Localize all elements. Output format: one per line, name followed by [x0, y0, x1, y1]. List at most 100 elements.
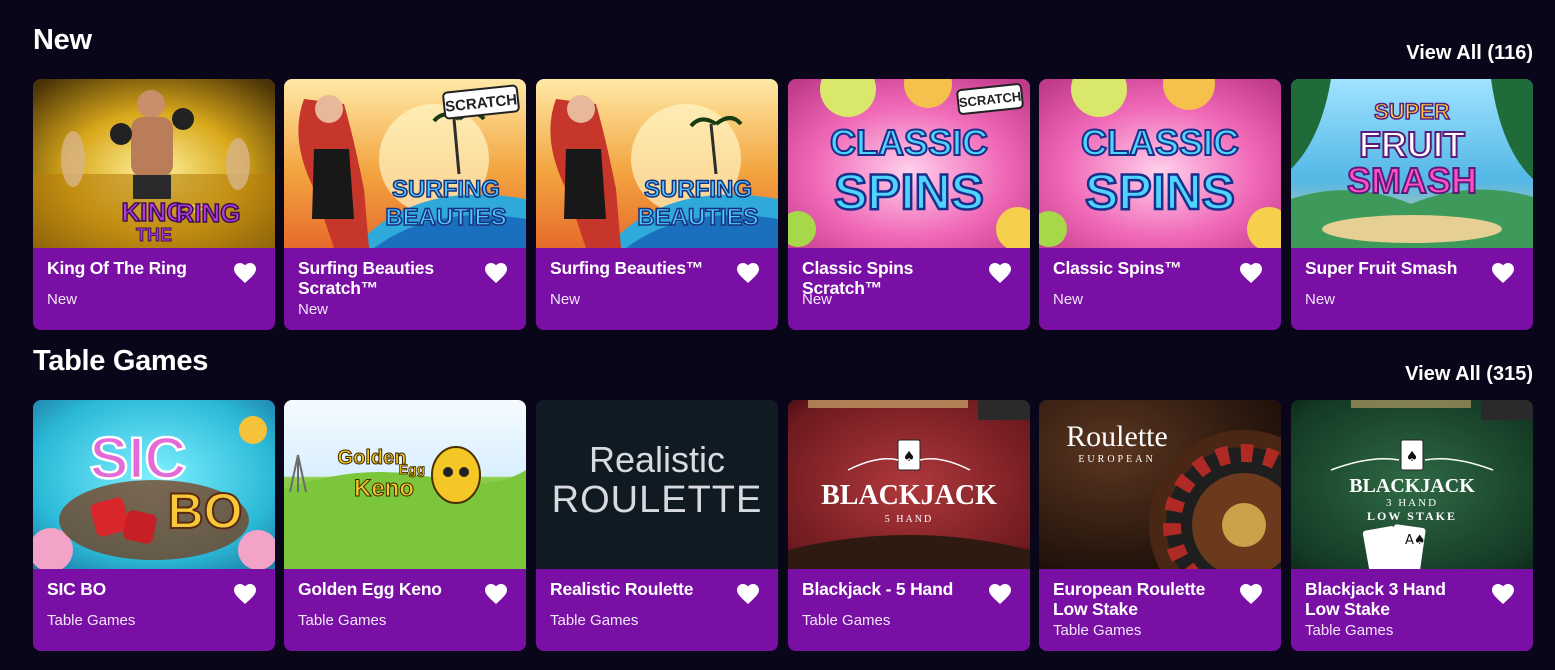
heart-icon[interactable] — [736, 262, 760, 284]
thumb-text: CLASSIC — [830, 122, 988, 163]
thumb-text: Golden — [338, 447, 407, 469]
game-info: Blackjack 3 Hand Low Stake Table Games — [1291, 569, 1533, 651]
game-title: European Roulette Low Stake — [1053, 579, 1206, 619]
thumb-text: Keno — [354, 475, 414, 502]
section-title: New — [33, 24, 92, 56]
heart-icon[interactable] — [1239, 262, 1263, 284]
game-info: Classic Spins Scratch™ New — [788, 248, 1030, 330]
game-info: Classic Spins™ New — [1039, 248, 1281, 330]
game-card[interactable]: Golden Egg Keno Golden Egg Keno Table Ga… — [284, 400, 526, 651]
game-card[interactable]: SCRATCH SURFING BEAUTIES Surfing Beautie… — [284, 79, 526, 330]
view-all-link[interactable]: View All (315) — [1405, 363, 1533, 386]
heart-icon[interactable] — [988, 262, 1012, 284]
section-title: Table Games — [33, 345, 209, 377]
thumb-text: FRUIT — [1359, 124, 1465, 165]
game-title: SIC BO — [47, 579, 107, 599]
game-info: King Of The Ring New — [33, 248, 275, 330]
thumb-text: SMASH — [1347, 160, 1477, 201]
game-card[interactable]: CLASSIC SPINS Classic Spins™ New — [1039, 79, 1281, 330]
heart-icon[interactable] — [233, 262, 257, 284]
thumb-text: EUROPEAN — [1078, 454, 1155, 465]
game-card[interactable]: Realistic ROULETTE Realistic Roulette Ta… — [536, 400, 778, 651]
thumb-text: SPINS — [834, 164, 984, 220]
game-card[interactable]: SIC BO SIC BO Table Games — [33, 400, 275, 651]
game-category: New — [47, 291, 78, 308]
game-thumbnail: ♠ BLACKJACK 5 HAND — [788, 400, 1030, 569]
game-thumbnail: KING OF RING THE — [33, 79, 275, 248]
game-card[interactable]: ♠ BLACKJACK 3 HAND LOW STAKE A♠ Blackjac… — [1291, 400, 1533, 651]
game-category: New — [550, 291, 581, 308]
game-title: King Of The Ring — [47, 258, 187, 278]
thumb-text: SURFING — [644, 176, 752, 203]
heart-icon[interactable] — [1491, 262, 1515, 284]
thumb-text: SURFING — [392, 176, 500, 203]
heart-icon[interactable] — [988, 583, 1012, 605]
svg-text:A♠: A♠ — [1405, 533, 1426, 548]
game-info: Blackjack - 5 Hand Table Games — [788, 569, 1030, 651]
svg-text:♠: ♠ — [903, 449, 916, 465]
thumb-text: THE — [136, 225, 172, 245]
game-title: Classic Spins™ — [1053, 258, 1182, 278]
game-title: Blackjack - 5 Hand — [802, 579, 954, 599]
game-category: New — [1053, 291, 1084, 308]
game-info: Golden Egg Keno Table Games — [284, 569, 526, 651]
game-card[interactable]: Roulette EUROPEAN European Roulette Low … — [1039, 400, 1281, 651]
game-category: Table Games — [47, 612, 136, 629]
game-thumbnail: SIC BO — [33, 400, 275, 569]
game-info: Super Fruit Smash New — [1291, 248, 1533, 330]
game-info: SIC BO Table Games — [33, 569, 275, 651]
game-title: Surfing Beauties™ — [550, 258, 704, 278]
thumb-text: SPINS — [1085, 164, 1235, 220]
game-info: Surfing Beauties Scratch™ New — [284, 248, 526, 330]
heart-icon[interactable] — [484, 583, 508, 605]
thumb-text: BEAUTIES — [385, 204, 506, 231]
thumb-text: Roulette — [1066, 420, 1168, 453]
game-thumbnail: SCRATCH SURFING BEAUTIES — [284, 79, 526, 248]
game-category: Table Games — [802, 612, 891, 629]
game-info: Surfing Beauties™ New — [536, 248, 778, 330]
thumb-text: CLASSIC — [1081, 122, 1239, 163]
game-card[interactable]: SCRATCH CLASSIC SPINS Classic Spins Scra… — [788, 79, 1030, 330]
thumb-text: SIC — [90, 426, 187, 491]
thumb-text: RING — [176, 198, 241, 228]
section-table-games: Table Games View All (315) SIC BO SIC BO… — [33, 345, 1533, 651]
game-title: Super Fruit Smash — [1305, 258, 1458, 278]
game-category: Table Games — [1305, 622, 1394, 639]
thumb-text: BLACKJACK — [821, 480, 997, 511]
heart-icon[interactable] — [233, 583, 257, 605]
game-row: SIC BO SIC BO Table Games Golden Egg Ken… — [33, 400, 1533, 651]
heart-icon[interactable] — [1239, 583, 1263, 605]
game-title: Realistic Roulette — [550, 579, 694, 599]
game-card[interactable]: ♠ BLACKJACK 5 HAND Blackjack - 5 Hand Ta… — [788, 400, 1030, 651]
view-all-link[interactable]: View All (116) — [1406, 42, 1533, 65]
game-thumbnail: SCRATCH CLASSIC SPINS — [788, 79, 1030, 248]
thumb-text: LOW STAKE — [1367, 509, 1457, 523]
game-thumbnail: Golden Egg Keno — [284, 400, 526, 569]
thumb-text: 3 HAND — [1386, 497, 1438, 509]
heart-icon[interactable] — [736, 583, 760, 605]
thumb-text: BO — [168, 483, 243, 539]
heart-icon[interactable] — [1491, 583, 1515, 605]
game-category: New — [298, 301, 329, 318]
game-title: Surfing Beauties Scratch™ — [298, 258, 434, 298]
game-card[interactable]: SUPER FRUIT SMASH Super Fruit Smash New — [1291, 79, 1533, 330]
section-new: New View All (116) KING OF RING THE King… — [33, 24, 1533, 330]
game-thumbnail: CLASSIC SPINS — [1039, 79, 1281, 248]
game-row: KING OF RING THE King Of The Ring New SC… — [33, 79, 1533, 330]
section-header: New View All (116) — [33, 24, 1533, 79]
thumb-text: Realistic — [589, 439, 725, 480]
game-card[interactable]: KING OF RING THE King Of The Ring New — [33, 79, 275, 330]
thumb-text: BEAUTIES — [637, 204, 758, 231]
thumb-text: 5 HAND — [885, 514, 933, 525]
game-category: Table Games — [1053, 622, 1142, 639]
game-thumbnail: ♠ BLACKJACK 3 HAND LOW STAKE A♠ — [1291, 400, 1533, 569]
game-info: Realistic Roulette Table Games — [536, 569, 778, 651]
svg-text:♠: ♠ — [1406, 449, 1419, 465]
game-thumbnail: SURFING BEAUTIES — [536, 79, 778, 248]
game-category: New — [1305, 291, 1336, 308]
game-card[interactable]: SURFING BEAUTIES Surfing Beauties™ New — [536, 79, 778, 330]
game-thumbnail: Roulette EUROPEAN — [1039, 400, 1281, 569]
game-info: European Roulette Low Stake Table Games — [1039, 569, 1281, 651]
game-category: Table Games — [298, 612, 387, 629]
heart-icon[interactable] — [484, 262, 508, 284]
